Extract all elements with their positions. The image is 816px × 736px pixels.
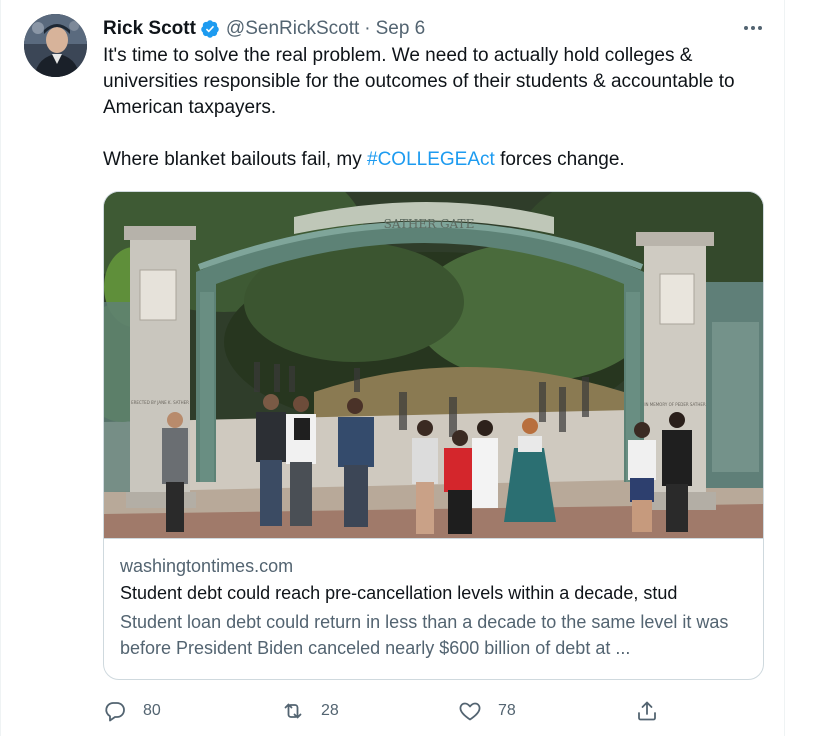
card-title: Student debt could reach pre-cancellatio… (120, 583, 678, 603)
verified-badge-icon (201, 20, 219, 38)
reply-icon (105, 702, 125, 722)
author-handle[interactable]: @SenRickScott (226, 18, 359, 40)
tweet-date[interactable]: Sep 6 (376, 18, 426, 40)
author-name[interactable]: Rick Scott (103, 18, 196, 40)
share-button[interactable] (635, 696, 659, 726)
retweet-count: 28 (321, 702, 339, 719)
tweet-text-paragraph-1: It's time to solve the real problem. We … (103, 45, 735, 118)
heart-icon (459, 702, 481, 721)
tweet-actions: 80 28 78 (103, 696, 663, 726)
avatar-image (24, 14, 87, 77)
tweet[interactable]: Rick Scott @SenRickScott · Sep 6 It's ti… (0, 0, 784, 736)
link-card[interactable]: SATHER GATE ERECTED BY JANE K. SATHER IN… (103, 191, 764, 680)
retweet-icon (284, 703, 302, 719)
share-icon (638, 701, 656, 721)
avatar[interactable] (24, 14, 87, 77)
timeline-border-right (784, 0, 785, 736)
reply-button[interactable]: 80 (103, 696, 161, 726)
reply-count: 80 (143, 702, 161, 719)
more-options-icon[interactable] (738, 16, 768, 40)
card-domain: washingtontimes.com (120, 556, 294, 576)
card-body[interactable]: washingtontimes.com Student debt could r… (104, 538, 763, 679)
left-plaque-text: ERECTED BY JANE K. SATHER (131, 400, 189, 405)
hashtag-link[interactable]: #COLLEGEAct (367, 149, 495, 170)
like-count: 78 (498, 702, 516, 719)
arch-inscription: SATHER GATE (384, 217, 475, 231)
tweet-text: It's time to solve the real problem. We … (103, 43, 783, 173)
right-plaque-text: IN MEMORY OF PEDER SATHER (644, 402, 706, 407)
retweet-button[interactable]: 28 (281, 696, 339, 726)
card-image[interactable]: SATHER GATE ERECTED BY JANE K. SATHER IN… (104, 192, 764, 538)
tweet-text-paragraph-2: Where blanket bailouts fail, my #COLLEGE… (103, 149, 625, 170)
like-button[interactable]: 78 (458, 696, 516, 726)
header-separator: · (364, 18, 371, 39)
tweet-header: Rick Scott @SenRickScott · Sep 6 (103, 17, 425, 41)
card-description: Student loan debt could return in less t… (120, 612, 729, 658)
